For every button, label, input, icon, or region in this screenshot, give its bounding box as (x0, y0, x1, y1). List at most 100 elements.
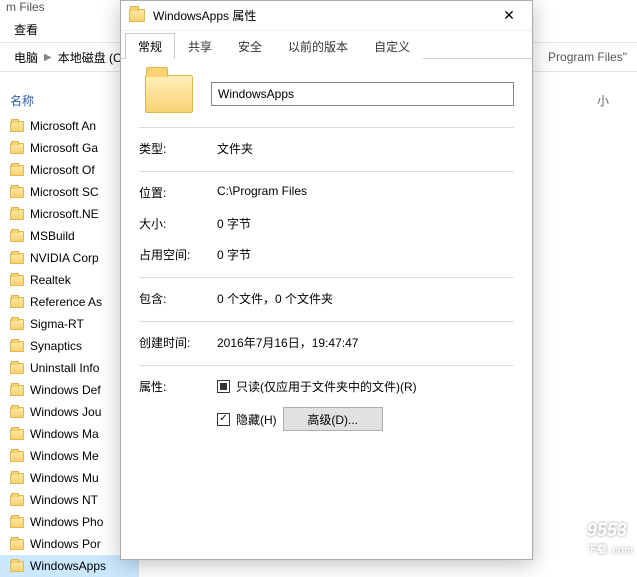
folder-icon (10, 165, 24, 176)
list-item[interactable]: Microsoft SC (0, 181, 139, 203)
list-item[interactable]: NVIDIA Corp (0, 247, 139, 269)
file-name: Microsoft Of (30, 163, 95, 177)
advanced-button[interactable]: 高级(D)... (283, 407, 383, 431)
readonly-checkbox[interactable] (217, 380, 230, 393)
folder-icon (10, 495, 24, 506)
file-name: NVIDIA Corp (30, 251, 99, 265)
file-name: Windows Def (30, 383, 101, 397)
hidden-checkbox[interactable] (217, 413, 230, 426)
tab-security[interactable]: 安全 (225, 33, 275, 59)
file-name: Windows Ma (30, 427, 99, 441)
list-item[interactable]: MSBuild (0, 225, 139, 247)
file-name: Microsoft Ga (30, 141, 98, 155)
list-item[interactable]: Windows Ma (0, 423, 139, 445)
file-name: Realtek (30, 273, 71, 287)
breadcrumb-pc[interactable]: 电脑 (10, 47, 42, 68)
file-name: Microsoft SC (30, 185, 99, 199)
folder-icon (10, 187, 24, 198)
created-label: 创建时间: (139, 334, 217, 351)
file-name: Microsoft.NE (30, 207, 99, 221)
file-name: WindowsApps (30, 559, 106, 573)
properties-dialog: WindowsApps 属性 ✕ 常规 共享 安全 以前的版本 自定义 类型:文… (120, 0, 533, 560)
list-item[interactable]: Windows Jou (0, 401, 139, 423)
folder-name-input[interactable] (211, 82, 514, 106)
tab-customize[interactable]: 自定义 (361, 33, 423, 59)
list-item[interactable]: WindowsApps (0, 555, 139, 577)
file-name: Windows Pho (30, 515, 103, 529)
file-name: Windows Por (30, 537, 101, 551)
list-item[interactable]: Windows Por (0, 533, 139, 555)
file-name: Windows Me (30, 449, 99, 463)
folder-icon (10, 561, 24, 572)
folder-icon (10, 209, 24, 220)
list-item[interactable]: Windows Mu (0, 467, 139, 489)
tab-general[interactable]: 常规 (125, 33, 175, 59)
hidden-label: 隐藏(H) (236, 411, 277, 428)
folder-icon (10, 429, 24, 440)
folder-icon (10, 121, 24, 132)
folder-icon (10, 451, 24, 462)
file-name: Microsoft An (30, 119, 96, 133)
list-item[interactable]: Windows Me (0, 445, 139, 467)
tab-strip: 常规 共享 安全 以前的版本 自定义 (121, 31, 532, 59)
location-label: 位置: (139, 184, 217, 201)
size-on-disk-value: 0 字节 (217, 246, 514, 263)
folder-large-icon (145, 75, 193, 113)
list-item[interactable]: Realtek (0, 269, 139, 291)
close-button[interactable]: ✕ (486, 1, 532, 31)
folder-icon (10, 473, 24, 484)
list-item[interactable]: Microsoft.NE (0, 203, 139, 225)
file-name: MSBuild (30, 229, 75, 243)
folder-icon (10, 319, 24, 330)
created-value: 2016年7月16日，19:47:47 (217, 334, 514, 351)
breadcrumb-disk[interactable]: 本地磁盘 (C (54, 47, 126, 68)
tab-sharing[interactable]: 共享 (175, 33, 225, 59)
annotation-small: 小 (597, 92, 609, 109)
file-name: Reference As (30, 295, 102, 309)
folder-icon (10, 297, 24, 308)
attributes-label: 属性: (139, 378, 217, 443)
list-item[interactable]: Microsoft Of (0, 159, 139, 181)
folder-icon (129, 9, 145, 22)
file-name: Windows Jou (30, 405, 101, 419)
list-item[interactable]: Windows NT (0, 489, 139, 511)
chevron-right-icon: ▶ (44, 52, 52, 63)
watermark: 9553下载 .com (587, 520, 633, 556)
file-name: Windows Mu (30, 471, 99, 485)
list-item[interactable]: Sigma-RT (0, 313, 139, 335)
list-item[interactable]: Windows Pho (0, 511, 139, 533)
file-name: Uninstall Info (30, 361, 99, 375)
size-label: 大小: (139, 215, 217, 232)
type-value: 文件夹 (217, 140, 514, 157)
size-value: 0 字节 (217, 215, 514, 232)
folder-icon (10, 341, 24, 352)
file-name: Synaptics (30, 339, 82, 353)
readonly-label: 只读(仅应用于文件夹中的文件)(R) (236, 378, 417, 395)
file-name: Sigma-RT (30, 317, 84, 331)
column-header-name[interactable]: 名称 (0, 92, 139, 109)
dialog-title: WindowsApps 属性 (153, 7, 256, 24)
tab-previous-versions[interactable]: 以前的版本 (275, 33, 361, 59)
list-item[interactable]: Microsoft An (0, 115, 139, 137)
contains-label: 包含: (139, 290, 217, 307)
menu-view[interactable]: 查看 (14, 23, 38, 37)
breadcrumb-path-fragment: Program Files" (548, 50, 637, 64)
folder-icon (10, 363, 24, 374)
list-item[interactable]: Uninstall Info (0, 357, 139, 379)
folder-icon (10, 231, 24, 242)
list-item[interactable]: Reference As (0, 291, 139, 313)
list-item[interactable]: Synaptics (0, 335, 139, 357)
file-name: Windows NT (30, 493, 98, 507)
folder-icon (10, 539, 24, 550)
type-label: 类型: (139, 140, 217, 157)
folder-icon (10, 517, 24, 528)
folder-icon (10, 385, 24, 396)
folder-icon (10, 275, 24, 286)
location-value: C:\Program Files (217, 184, 514, 201)
contains-value: 0 个文件，0 个文件夹 (217, 290, 514, 307)
folder-icon (10, 407, 24, 418)
folder-icon (10, 143, 24, 154)
list-item[interactable]: Microsoft Ga (0, 137, 139, 159)
file-list: Microsoft An Microsoft Ga Microsoft Of Micr… (0, 115, 139, 577)
list-item[interactable]: Windows Def (0, 379, 139, 401)
